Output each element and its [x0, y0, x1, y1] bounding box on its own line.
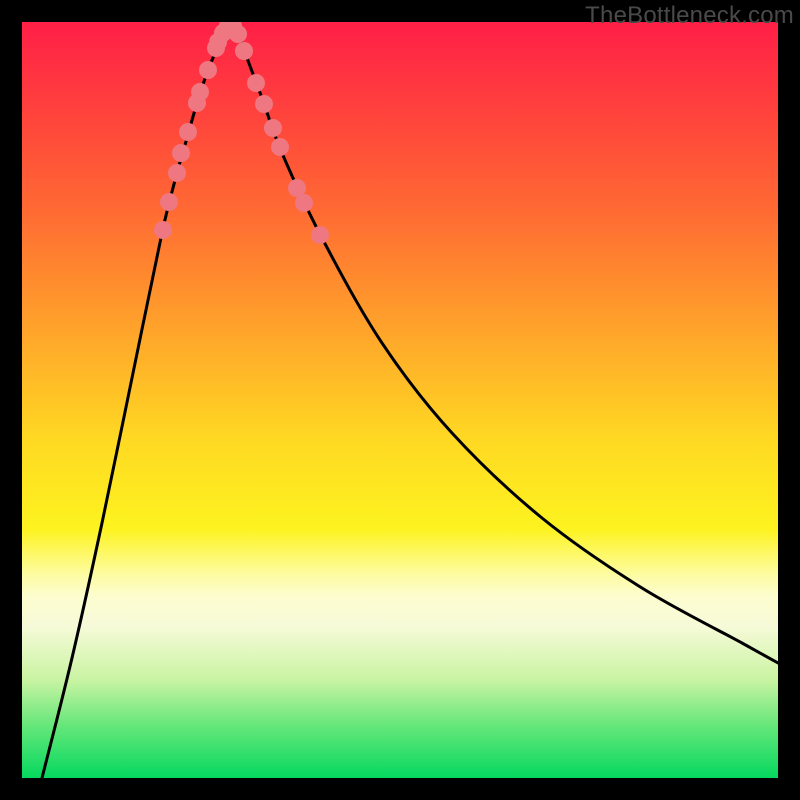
data-point	[264, 119, 282, 137]
watermark-text: TheBottleneck.com	[585, 2, 794, 30]
data-point	[311, 226, 329, 244]
chart-frame: TheBottleneck.com	[0, 0, 800, 800]
data-point	[295, 194, 313, 212]
data-point	[199, 61, 217, 79]
bottleneck-curve	[42, 25, 778, 778]
data-point	[271, 138, 289, 156]
chart-svg	[22, 22, 778, 778]
data-point	[160, 193, 178, 211]
data-point	[154, 221, 172, 239]
data-point	[235, 42, 253, 60]
data-point	[168, 164, 186, 182]
data-point	[247, 74, 265, 92]
data-point	[229, 25, 247, 43]
data-point	[255, 95, 273, 113]
data-point	[172, 144, 190, 162]
data-point	[191, 83, 209, 101]
data-point	[179, 123, 197, 141]
plot-area	[22, 22, 778, 778]
